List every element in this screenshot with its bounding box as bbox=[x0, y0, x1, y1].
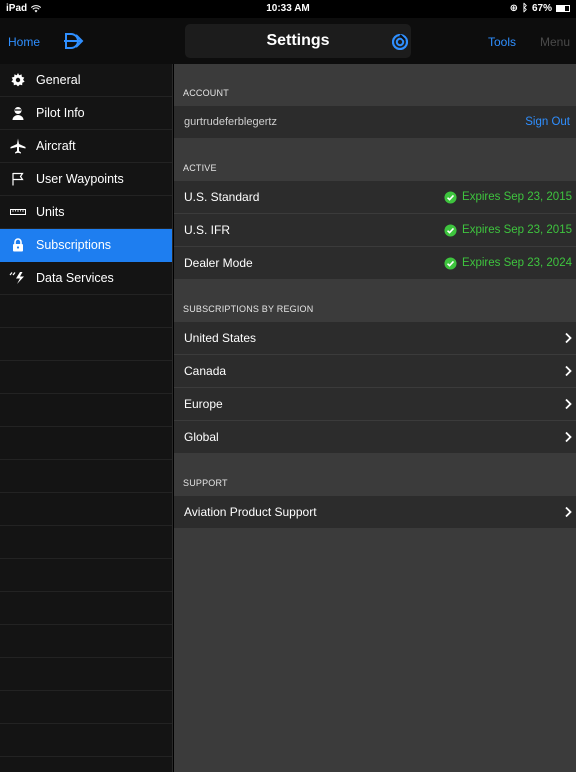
nav-title-box: Settings bbox=[185, 24, 411, 58]
flag-icon bbox=[0, 163, 36, 196]
region-name: Canada bbox=[184, 364, 227, 378]
subscription-name: U.S. IFR bbox=[184, 223, 231, 237]
section-title: ACCOUNT bbox=[183, 88, 229, 98]
section-title: SUPPORT bbox=[183, 478, 228, 488]
sidebar-item-label: Pilot Info bbox=[36, 106, 85, 120]
subscription-row-dealer-mode[interactable]: Dealer Mode Expires Sep 23, 2024 bbox=[174, 247, 576, 280]
data-services-icon bbox=[0, 262, 36, 295]
check-circle-icon bbox=[444, 223, 457, 237]
account-username: gurtrudeferblegertz bbox=[184, 116, 277, 128]
lock-icon bbox=[0, 229, 36, 262]
sidebar-item-data-services[interactable]: Data Services bbox=[0, 262, 172, 295]
location-icon: ⊕ bbox=[509, 3, 518, 14]
sidebar-item-label: Subscriptions bbox=[36, 238, 112, 252]
account-row: gurtrudeferblegertz Sign Out bbox=[174, 106, 576, 139]
pilot-icon bbox=[0, 97, 36, 130]
chevron-right-icon bbox=[565, 506, 572, 518]
battery-fill bbox=[557, 6, 566, 11]
region-row-canada[interactable]: Canada bbox=[174, 355, 576, 388]
sidebar-item-label: Aircraft bbox=[36, 139, 76, 153]
sidebar-empty-row bbox=[0, 427, 172, 460]
sidebar-item-pilot-info[interactable]: Pilot Info bbox=[0, 97, 172, 130]
sidebar-item-label: Data Services bbox=[36, 271, 114, 285]
expiry-text: Expires Sep 23, 2024 bbox=[462, 257, 572, 269]
sidebar-item-label: General bbox=[36, 73, 81, 87]
sidebar-item-general[interactable]: General bbox=[0, 64, 172, 97]
region-name: United States bbox=[184, 331, 257, 345]
sidebar-empty-row bbox=[0, 658, 172, 691]
region-row-europe[interactable]: Europe bbox=[174, 388, 576, 421]
menu-button[interactable]: Menu bbox=[540, 35, 570, 49]
section-title: SUBSCRIPTIONS BY REGION bbox=[183, 304, 314, 314]
sidebar-empty-row bbox=[0, 592, 172, 625]
region-name: Global bbox=[184, 430, 219, 444]
sidebar-empty-row bbox=[0, 493, 172, 526]
sidebar-item-aircraft[interactable]: Aircraft bbox=[0, 130, 172, 163]
sidebar-empty-row bbox=[0, 295, 172, 328]
sidebar-empty-row bbox=[0, 724, 172, 757]
sidebar-empty-row bbox=[0, 559, 172, 592]
sidebar-empty-row bbox=[0, 328, 172, 361]
status-bar-right: ⊕ ᛒ 67% bbox=[510, 3, 570, 14]
expiry-text: Expires Sep 23, 2015 bbox=[462, 191, 572, 203]
section-title: ACTIVE bbox=[183, 163, 217, 173]
sign-out-button[interactable]: Sign Out bbox=[525, 116, 570, 128]
sidebar-item-subscriptions[interactable]: Subscriptions bbox=[0, 229, 172, 262]
sidebar-empty-row bbox=[0, 460, 172, 493]
check-circle-icon bbox=[444, 256, 457, 270]
support-row-aviation-product-support[interactable]: Aviation Product Support bbox=[174, 496, 576, 529]
ruler-icon bbox=[0, 196, 36, 229]
sidebar-item-user-waypoints[interactable]: User Waypoints bbox=[0, 163, 172, 196]
status-time: 10:33 AM bbox=[266, 3, 310, 14]
subscription-name: U.S. Standard bbox=[184, 190, 260, 204]
page-title: Settings bbox=[266, 32, 330, 49]
sidebar-empty-row bbox=[0, 625, 172, 658]
subscription-status: Expires Sep 23, 2015 bbox=[444, 190, 572, 204]
settings-sidebar: General Pilot Info Aircraft User Waypoin… bbox=[0, 64, 173, 772]
sidebar-empty-row bbox=[0, 394, 172, 427]
battery-percent: 67% bbox=[531, 3, 552, 14]
chevron-right-icon bbox=[565, 365, 572, 377]
tools-button[interactable]: Tools bbox=[488, 35, 516, 49]
sidebar-empty-row bbox=[0, 691, 172, 724]
subscription-row-us-standard[interactable]: U.S. Standard Expires Sep 23, 2015 bbox=[174, 181, 576, 214]
battery-icon bbox=[556, 5, 570, 12]
home-button[interactable]: Home bbox=[8, 35, 40, 49]
status-bar: iPad 10:33 AM ⊕ ᛒ 67% bbox=[0, 0, 576, 18]
chevron-right-icon bbox=[565, 398, 572, 410]
airplane-icon bbox=[0, 130, 36, 163]
nav-bar: Home Settings Tools Menu bbox=[0, 18, 576, 64]
gear-icon bbox=[0, 64, 36, 97]
check-circle-icon bbox=[444, 190, 457, 204]
section-header-support: SUPPORT bbox=[174, 454, 576, 496]
subscription-row-us-ifr[interactable]: U.S. IFR Expires Sep 23, 2015 bbox=[174, 214, 576, 247]
region-row-united-states[interactable]: United States bbox=[174, 322, 576, 355]
subscription-status: Expires Sep 23, 2015 bbox=[444, 223, 572, 237]
section-header-account: ACCOUNT bbox=[174, 64, 576, 106]
sidebar-empty-row bbox=[0, 361, 172, 394]
region-name: Europe bbox=[184, 397, 223, 411]
section-header-regions: SUBSCRIPTIONS BY REGION bbox=[174, 280, 576, 322]
chevron-right-icon bbox=[565, 332, 572, 344]
sidebar-item-units[interactable]: Units bbox=[0, 196, 172, 229]
section-header-active: ACTIVE bbox=[174, 139, 576, 181]
region-row-global[interactable]: Global bbox=[174, 421, 576, 454]
settings-content: ACCOUNT gurtrudeferblegertz Sign Out ACT… bbox=[174, 64, 576, 772]
sidebar-item-label: User Waypoints bbox=[36, 172, 124, 186]
sidebar-item-label: Units bbox=[36, 205, 65, 219]
chevron-right-icon bbox=[565, 431, 572, 443]
support-label: Aviation Product Support bbox=[184, 505, 317, 519]
sync-icon[interactable] bbox=[392, 34, 408, 50]
subscription-name: Dealer Mode bbox=[184, 256, 253, 270]
direct-to-icon[interactable] bbox=[60, 30, 86, 52]
expiry-text: Expires Sep 23, 2015 bbox=[462, 224, 572, 236]
subscription-status: Expires Sep 23, 2024 bbox=[444, 256, 572, 270]
sidebar-empty-row bbox=[0, 526, 172, 559]
bluetooth-icon: ᛒ bbox=[521, 3, 528, 14]
